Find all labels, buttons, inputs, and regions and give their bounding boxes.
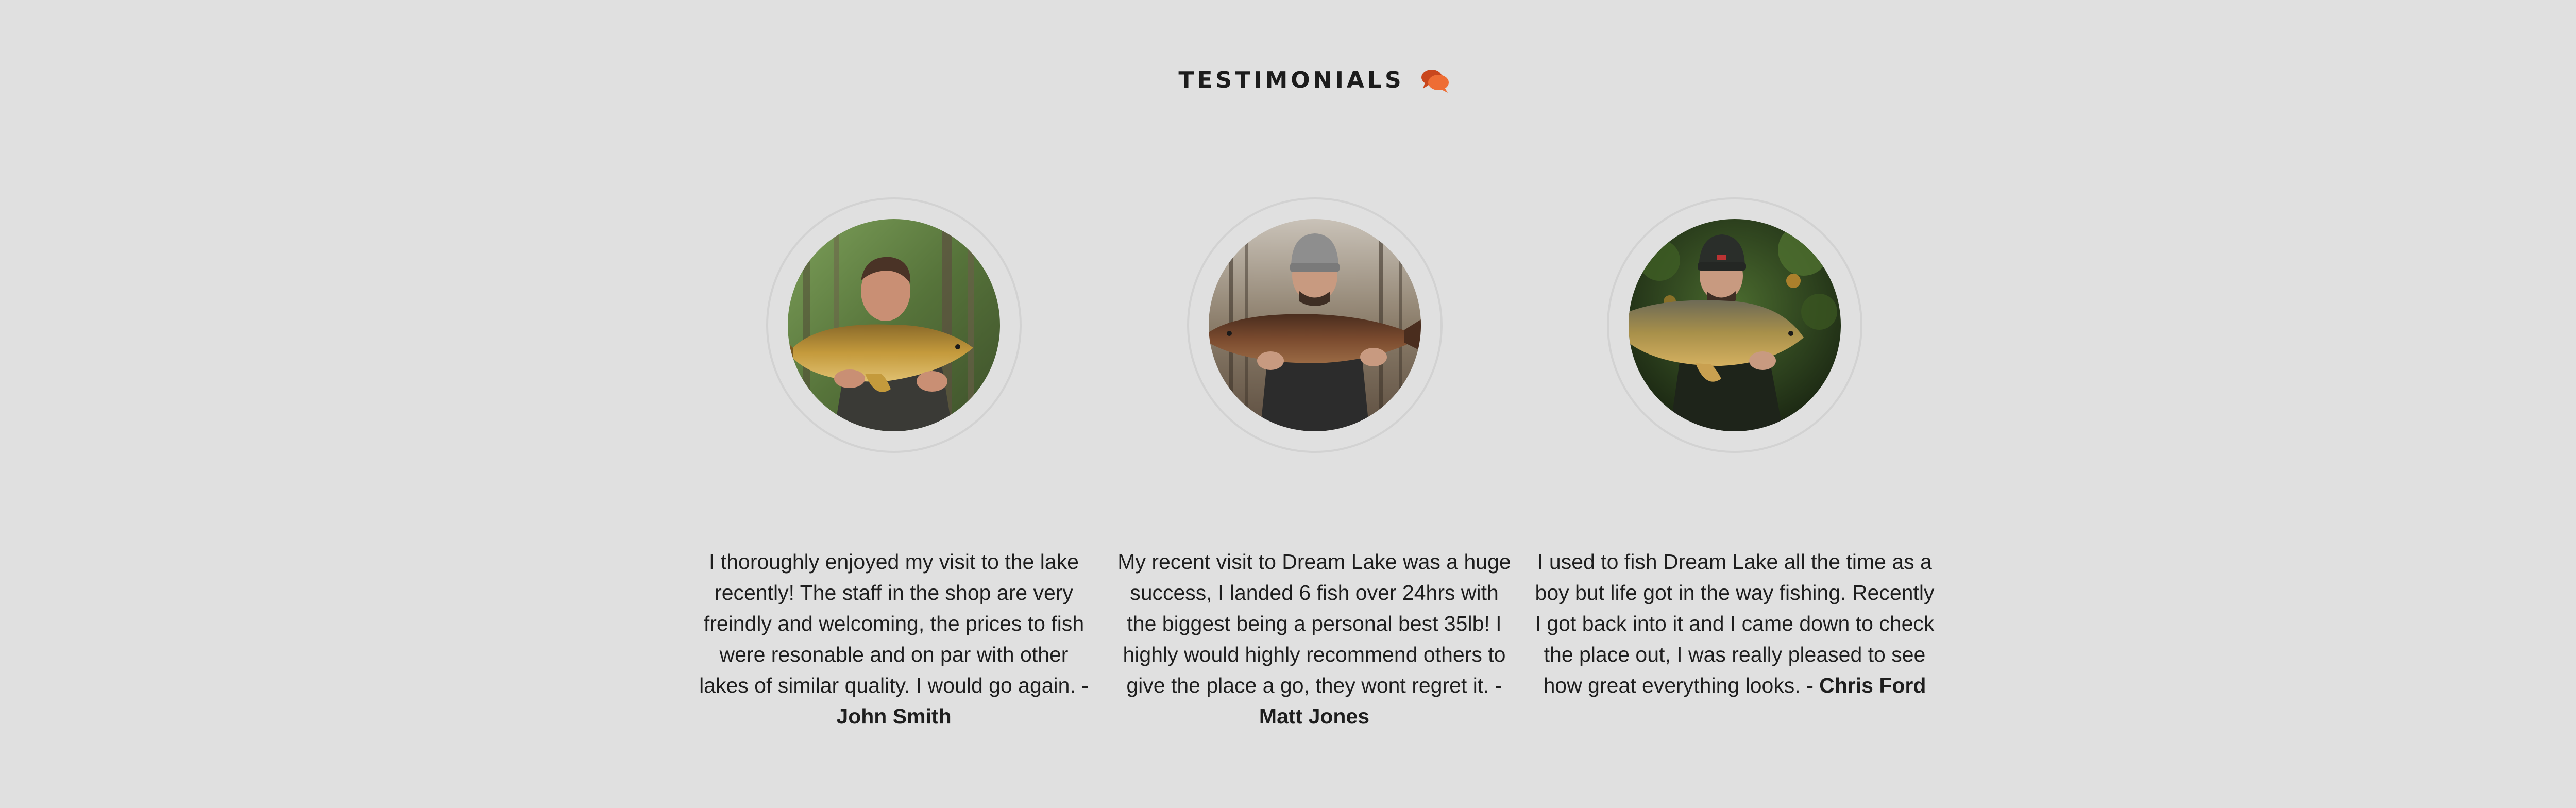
testimonial-text: I thoroughly enjoyed my visit to the lak… xyxy=(699,550,1084,697)
chat-bubbles-icon xyxy=(1420,67,1451,94)
testimonial-avatar-ring-3 xyxy=(1607,197,1862,453)
testimonial-text: My recent visit to Dream Lake was a huge… xyxy=(1117,550,1511,697)
testimonial-photo-john-smith xyxy=(788,219,1000,431)
testimonial-author: - Chris Ford xyxy=(1806,674,1926,697)
testimonial-quote-2: My recent visit to Dream Lake was a huge… xyxy=(1113,546,1515,732)
testimonial-avatar-ring-1 xyxy=(766,197,1022,453)
testimonial-quote-3: I used to fish Dream Lake all the time a… xyxy=(1534,546,1936,701)
testimonial-photo-chris-ford xyxy=(1629,219,1841,431)
testimonials-header: TESTIMONIALS xyxy=(0,67,2576,94)
testimonial-quote-1: I thoroughly enjoyed my visit to the lak… xyxy=(693,546,1095,732)
testimonial-avatar-ring-2 xyxy=(1187,197,1443,453)
testimonial-photo-matt-jones xyxy=(1209,219,1421,431)
section-title: TESTIMONIALS xyxy=(1178,67,1404,93)
